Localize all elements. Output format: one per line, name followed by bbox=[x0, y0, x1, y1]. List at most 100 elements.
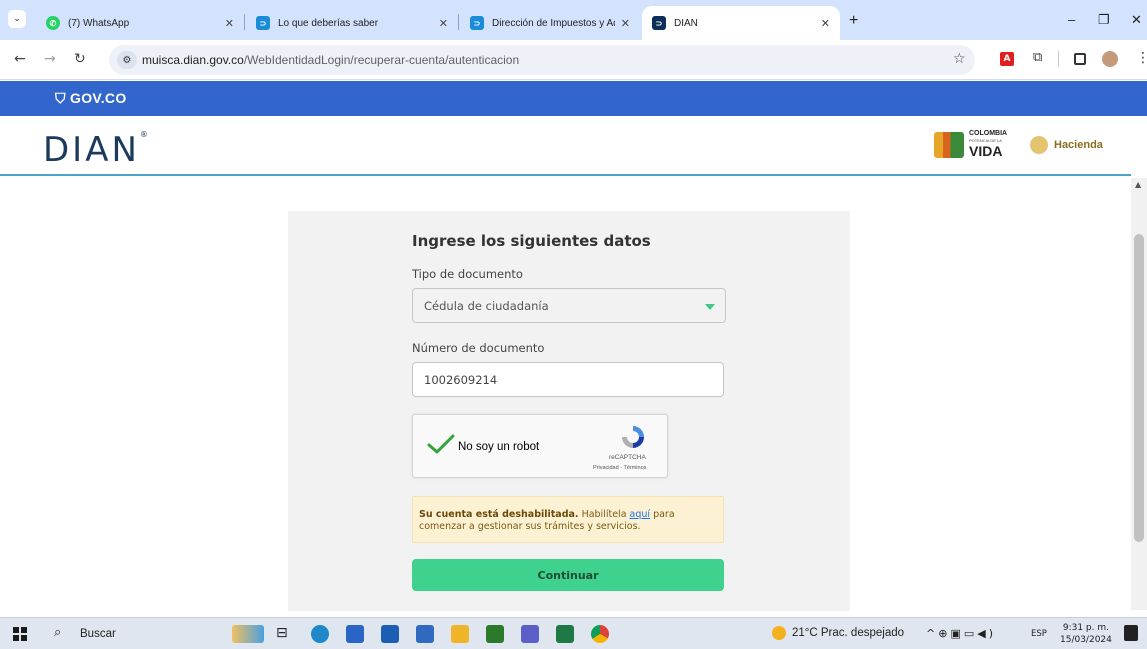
tab-whatsapp[interactable]: ✆ (7) WhatsApp ✕ bbox=[36, 6, 244, 40]
chevron-up-icon[interactable]: ^ bbox=[926, 627, 938, 640]
gov-co-text: GOV.CO bbox=[70, 90, 127, 106]
tab-dian-active[interactable]: ⊃ DIAN ✕ bbox=[642, 6, 840, 40]
enable-account-link[interactable]: aquí bbox=[630, 509, 651, 520]
close-icon[interactable]: ✕ bbox=[621, 17, 630, 30]
excel-icon[interactable] bbox=[556, 625, 574, 643]
language-indicator[interactable]: ESP bbox=[1031, 629, 1047, 639]
forward-icon[interactable]: → bbox=[44, 51, 56, 67]
task-view-icon[interactable]: ⊟ bbox=[276, 625, 294, 643]
taskbar-widget-icon[interactable] bbox=[232, 625, 264, 643]
dian-logo-text: DIAN bbox=[43, 130, 140, 170]
toolbar-divider bbox=[1058, 51, 1059, 67]
taskbar-search[interactable]: ⌕ Buscar bbox=[48, 623, 223, 645]
doc-type-value: Cédula de ciudadanía bbox=[424, 299, 549, 313]
tab-divider bbox=[458, 14, 459, 30]
url-text[interactable]: muisca.dian.gov.co/WebIdentidadLogin/rec… bbox=[142, 53, 519, 67]
side-panel-icon[interactable] bbox=[1074, 53, 1086, 65]
restore-button[interactable]: ❐ bbox=[1098, 12, 1110, 28]
colombia-text: COLOMBIA bbox=[969, 130, 1008, 137]
scroll-thumb[interactable] bbox=[1134, 234, 1144, 542]
clock-date: 15/03/2024 bbox=[1060, 635, 1112, 645]
chrome-icon[interactable] bbox=[591, 625, 609, 643]
notification-icon[interactable] bbox=[1124, 625, 1138, 641]
dian-icon: ⊃ bbox=[470, 16, 484, 30]
alert-message: Su cuenta está deshabilitada. Habilítela… bbox=[419, 509, 719, 533]
pdf-extension-icon[interactable]: A bbox=[1000, 52, 1014, 66]
edge-icon[interactable] bbox=[311, 625, 329, 643]
tab-title: DIAN bbox=[674, 17, 698, 29]
vida-text: VIDA bbox=[969, 143, 1003, 159]
dian-icon: ⊃ bbox=[256, 16, 270, 30]
extensions-puzzle-icon[interactable]: ⧉ bbox=[1033, 50, 1047, 65]
site-header: DIAN® COLOMBIA POTENCIA DE LA VIDA Hacie… bbox=[0, 116, 1131, 176]
url-path: /WebIdentidadLogin/recuperar-cuenta/aute… bbox=[243, 53, 520, 67]
gov-co-bar: ⛉ GOV.CO bbox=[0, 81, 1147, 116]
doc-type-select[interactable]: Cédula de ciudadanía bbox=[412, 288, 726, 323]
tab-search-button[interactable]: ⌄ bbox=[8, 10, 26, 28]
minimize-button[interactable]: – bbox=[1068, 12, 1075, 27]
sticky-notes-icon[interactable] bbox=[486, 625, 504, 643]
taskbar-clock[interactable]: 9:31 p. m. 15/03/2024 bbox=[1060, 622, 1112, 646]
reload-icon[interactable]: ↻ bbox=[74, 51, 86, 67]
captcha-label: No soy un robot bbox=[458, 441, 540, 453]
hacienda-logo: Hacienda bbox=[1030, 136, 1103, 154]
battery-icon[interactable]: ▭ bbox=[964, 627, 977, 640]
tab-lo-que-deberias-saber[interactable]: ⊃ Lo que deberías saber ✕ bbox=[246, 6, 458, 40]
doc-number-input[interactable]: 1002609214 bbox=[412, 362, 724, 397]
recover-account-card: Ingrese los siguientes datos Tipo de doc… bbox=[288, 211, 850, 611]
clock-time: 9:31 p. m. bbox=[1062, 623, 1109, 633]
browser-tab-strip: ⌄ ✆ (7) WhatsApp ✕ ⊃ Lo que deberías sab… bbox=[0, 0, 1147, 40]
teams-icon[interactable] bbox=[521, 625, 539, 643]
account-disabled-alert: Su cuenta está deshabilitada. Habilítela… bbox=[412, 496, 724, 543]
colombia-potencia-vida-logo: COLOMBIA POTENCIA DE LA VIDA bbox=[934, 130, 1018, 160]
gov-co-logo[interactable]: ⛉ GOV.CO bbox=[55, 90, 127, 107]
store-icon[interactable] bbox=[346, 625, 364, 643]
bookmark-star-icon[interactable]: ☆ bbox=[953, 51, 966, 67]
search-label: Buscar bbox=[80, 628, 116, 640]
dian-logo[interactable]: DIAN® bbox=[43, 130, 151, 170]
hacienda-shield-icon bbox=[1030, 136, 1048, 154]
gov-shield-icon: ⛉ bbox=[55, 90, 70, 106]
new-tab-button[interactable]: + bbox=[849, 12, 858, 30]
app-l-icon[interactable] bbox=[416, 625, 434, 643]
site-info-icon[interactable]: ⚙ bbox=[117, 51, 137, 69]
address-bar[interactable]: ⚙ muisca.dian.gov.co/WebIdentidadLogin/r… bbox=[109, 45, 975, 75]
colombia-swirl-icon bbox=[934, 132, 964, 158]
tab-title: (7) WhatsApp bbox=[68, 17, 130, 29]
profile-avatar[interactable] bbox=[1102, 51, 1118, 67]
window-close-button[interactable]: ✕ bbox=[1131, 12, 1142, 28]
close-icon[interactable]: ✕ bbox=[821, 17, 830, 30]
windows-start-icon[interactable] bbox=[13, 627, 27, 641]
meet-icon[interactable]: ⊕ bbox=[938, 627, 950, 640]
tab-divider bbox=[244, 14, 245, 30]
network-icon[interactable]: ▣ bbox=[950, 627, 963, 640]
form-title: Ingrese los siguientes datos bbox=[412, 232, 651, 250]
checkmark-icon[interactable] bbox=[427, 433, 455, 455]
volume-icon[interactable]: ◀) bbox=[977, 627, 996, 640]
scroll-up-arrow-icon[interactable]: ▲ bbox=[1135, 180, 1141, 189]
recaptcha-widget[interactable]: No soy un robot reCAPTCHA Privacidad - T… bbox=[412, 414, 668, 478]
alert-bold-text: Su cuenta está deshabilitada. bbox=[419, 509, 579, 520]
tab-direccion-impuestos[interactable]: ⊃ Dirección de Impuestos y Adua ✕ bbox=[460, 6, 640, 40]
weather-text: 21°C Prac. despejado bbox=[792, 627, 905, 639]
weather-widget[interactable]: 21°C Prac. despejado bbox=[772, 626, 904, 640]
alert-text: Habilítela bbox=[578, 509, 630, 520]
back-icon[interactable]: ← bbox=[14, 51, 26, 67]
close-icon[interactable]: ✕ bbox=[439, 17, 448, 30]
mail-icon[interactable] bbox=[381, 625, 399, 643]
recaptcha-logo-icon bbox=[622, 426, 644, 448]
doc-number-label: Número de documento bbox=[412, 341, 545, 355]
more-menu-icon[interactable]: ⋮ bbox=[1136, 50, 1147, 66]
page-scrollbar[interactable]: ▲ bbox=[1131, 178, 1147, 610]
tab-title: Lo que deberías saber bbox=[278, 17, 379, 29]
system-tray[interactable]: ^⊕▣▭◀) bbox=[926, 627, 996, 640]
recaptcha-links[interactable]: Privacidad - Términos bbox=[593, 465, 646, 471]
file-explorer-icon[interactable] bbox=[451, 625, 469, 643]
browser-toolbar: ← → ↻ ⚙ muisca.dian.gov.co/WebIdentidadL… bbox=[0, 40, 1147, 80]
dian-icon: ⊃ bbox=[652, 16, 666, 30]
continue-button[interactable]: Continuar bbox=[412, 559, 724, 591]
doc-number-value: 1002609214 bbox=[424, 373, 498, 387]
chevron-down-icon bbox=[705, 304, 715, 310]
close-icon[interactable]: ✕ bbox=[225, 17, 234, 30]
url-host: muisca.dian.gov.co bbox=[142, 53, 244, 67]
